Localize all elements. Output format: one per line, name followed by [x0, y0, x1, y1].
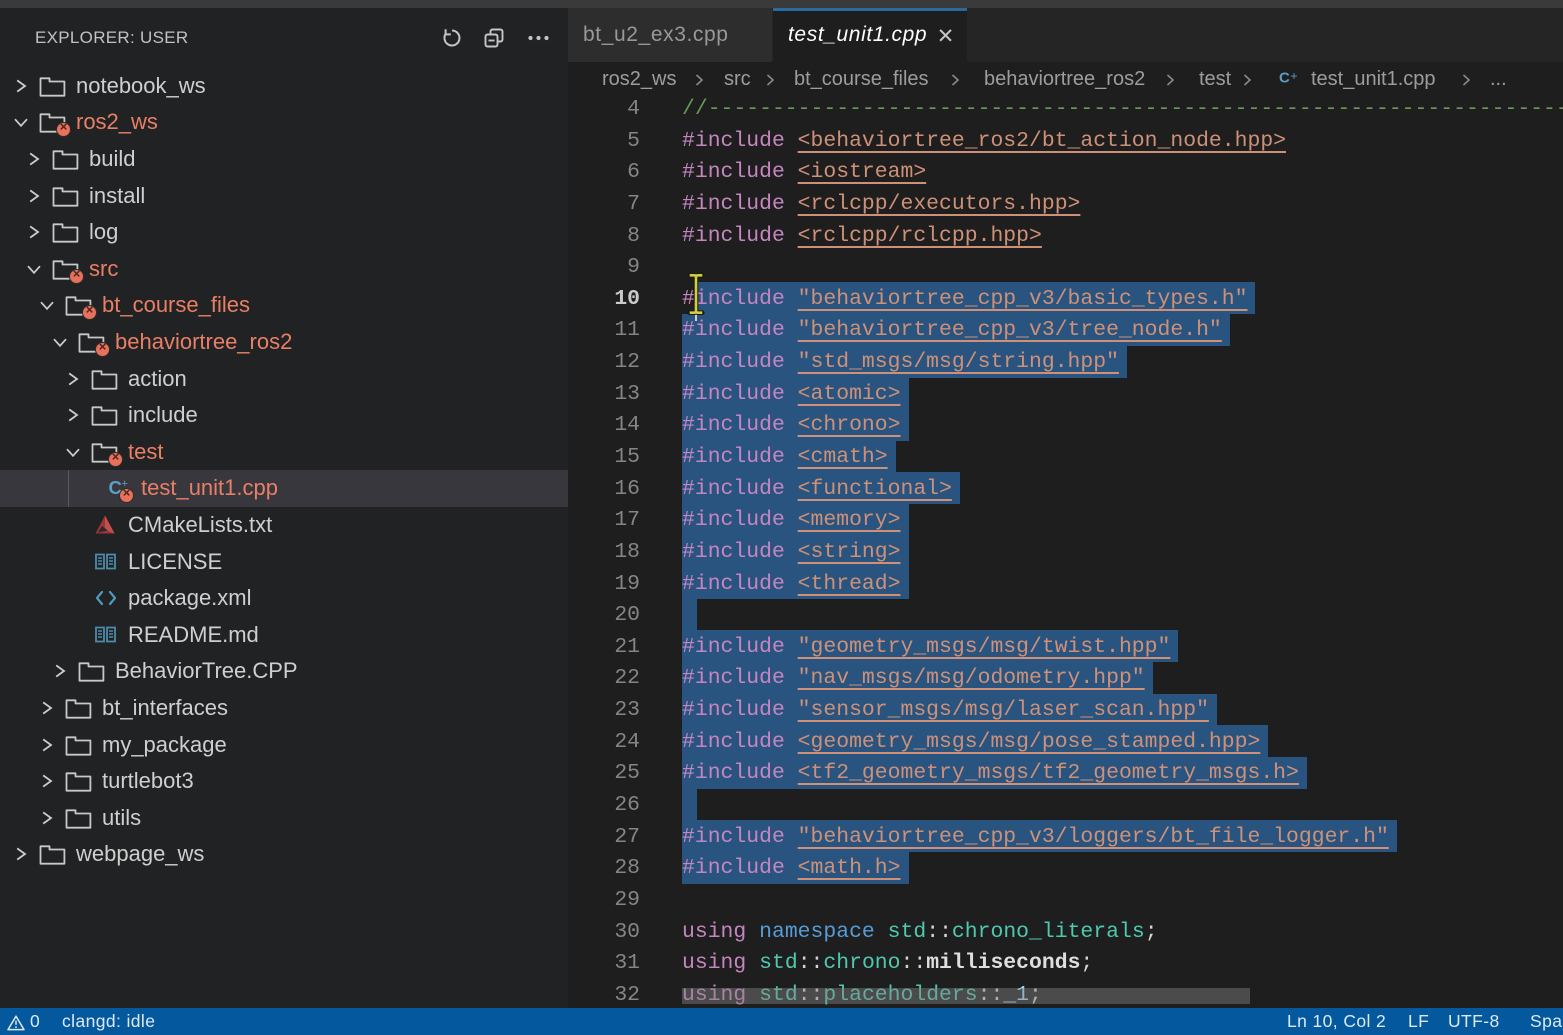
svg-text:+: + [1291, 69, 1298, 83]
svg-text:C: C [1279, 70, 1290, 87]
